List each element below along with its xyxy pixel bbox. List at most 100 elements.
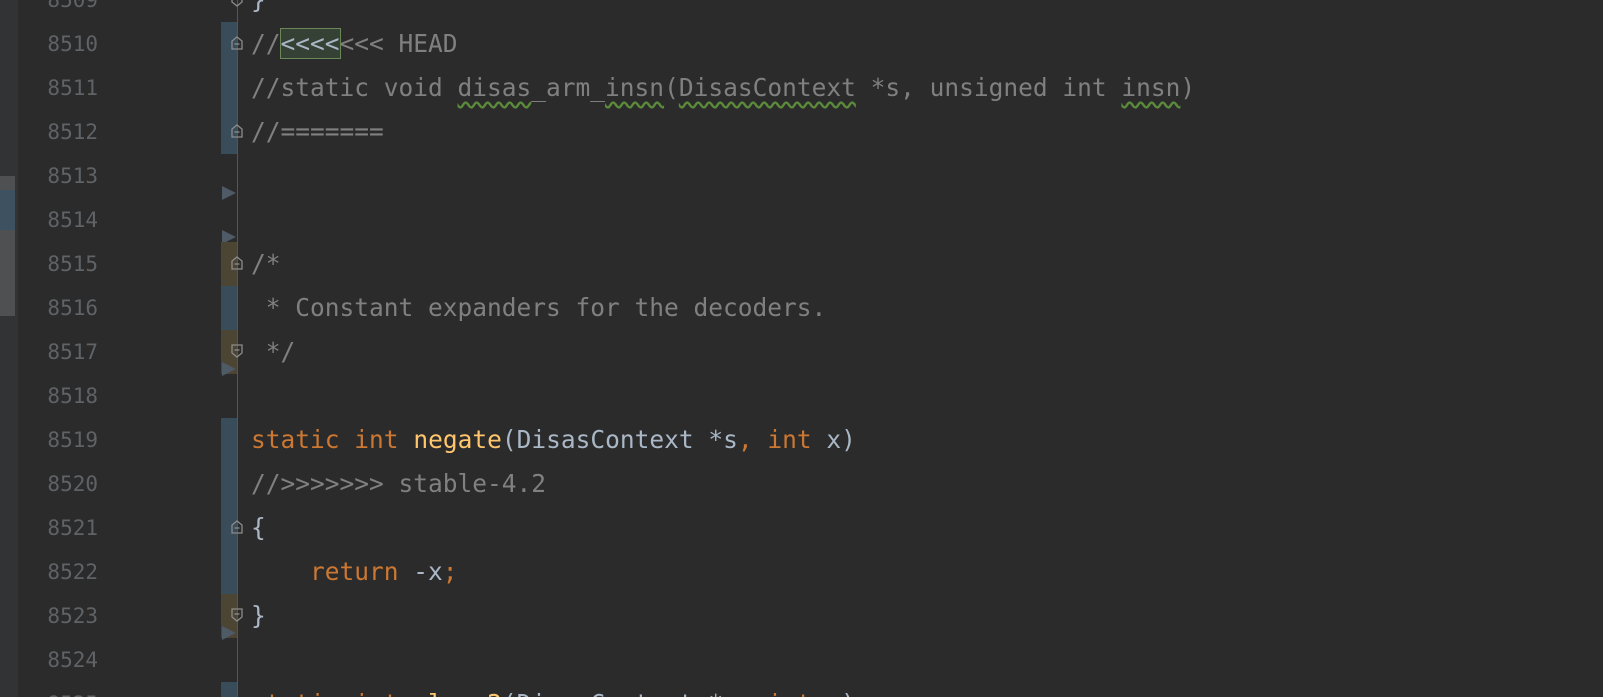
line-number: 8517 [47,340,98,364]
code-line: 8525 static int plus_2(DisasContext *s, … [0,682,1603,697]
code-text: //======= [251,110,384,154]
line-number: 8511 [47,76,98,100]
code-text: { [251,506,266,550]
comment-token: <<< HEAD [339,29,458,58]
comma-token: , [738,689,753,697]
line-number: 8519 [47,428,98,452]
change-marker [221,462,237,506]
line-number: 8520 [47,472,98,496]
fold-minus-icon[interactable] [230,343,244,359]
line-number: 8524 [47,648,98,672]
semicolon-token: ; [442,557,458,586]
brace-token: } [251,601,266,630]
comment-token: // [251,29,281,58]
line-number: 8518 [47,384,98,408]
code-token: -x [398,557,443,586]
line-number: 8512 [47,120,98,144]
fold-triangle-icon[interactable] [221,185,237,201]
code-text: static int negate(DisasContext *s, int x… [251,418,856,462]
code-line: 8510 //<<<<<<< HEAD [0,22,1603,66]
code-line: 8520 //>>>>>>> stable-4.2 [0,462,1603,506]
indent-token [251,557,310,586]
code-text: static int plus_2(DisasContext *s, int x… [251,682,856,697]
line-number: 8525 [18,682,98,697]
fold-minus-icon[interactable] [230,35,244,51]
code-line: 8516 * Constant expanders for the decode… [0,286,1603,330]
code-line: 8518 [0,362,1603,418]
code-text: //>>>>>>> stable-4.2 [251,462,546,506]
search-highlight: <<<< [279,28,341,59]
fold-minus-icon[interactable] [230,519,244,535]
code-token: } [251,0,266,14]
comment-token: ( [664,73,679,102]
comment-token: //static void [251,73,458,102]
code-line: 8517 */ [0,330,1603,374]
typo-token[interactable]: disas [458,73,532,102]
brace-token: { [251,513,266,542]
keyword-token: int [354,689,398,697]
comment-token: _arm_ [531,73,606,102]
change-marker [221,66,237,110]
code-line: 8523 } [0,594,1603,638]
code-line: 8515 /* [0,230,1603,286]
change-marker [221,550,237,594]
keyword-token: return [310,557,399,586]
code-text: //<<<<<<< HEAD [251,22,458,66]
keyword-token: static [251,689,340,697]
code-line: 8521 { [0,506,1603,550]
code-line: 8522 return -x; [0,550,1603,594]
typo-token[interactable]: DisasContext [679,73,856,102]
line-number: 8516 [47,296,98,320]
typo-token[interactable]: insn [1121,73,1180,102]
comment-token: */ [251,337,296,366]
comma-token: , [737,425,753,454]
comment-token: ) [1180,73,1196,102]
fold-triangle-icon[interactable] [221,361,237,377]
line-number: 8521 [47,516,98,540]
code-line: 8524 [0,626,1603,682]
comment-token: /* [251,249,281,278]
fold-triangle-icon[interactable] [221,625,237,641]
comment-token: //======= [251,117,384,146]
code-token: (DisasContext *s [502,689,738,697]
line-number: 8510 [47,32,98,56]
comment-token: //>>>>>>> stable-4.2 [251,469,547,498]
fold-minus-icon[interactable] [230,0,244,8]
code-line: 8514 [0,186,1603,242]
code-line: 8512 //======= [0,110,1603,154]
code-text: } [251,0,266,22]
code-token: x) [812,689,856,697]
change-marker [221,418,237,462]
line-number: 8514 [47,208,98,232]
function-name-token[interactable]: negate [413,425,502,454]
line-number: 8513 [47,164,98,188]
code-token: x) [811,425,856,454]
function-name-token[interactable]: plus_2 [413,689,502,697]
line-number: 8509 [47,0,98,12]
fold-minus-icon[interactable] [230,255,244,271]
code-text: return -x; [251,550,458,594]
keyword-token: int [767,425,812,454]
code-token: (DisasContext *s [501,425,738,454]
change-marker [221,286,237,330]
line-number: 8523 [47,604,98,628]
keyword-token: int [354,425,399,454]
typo-token[interactable]: insn [605,73,664,102]
change-marker [221,682,237,697]
code-editor[interactable]: 8509 } 8510 //<<<<<<< HEAD 8511 //static… [0,0,1603,697]
code-line: 8519 static int negate(DisasContext *s, … [0,418,1603,462]
comment-token: * Constant expanders for the decoders. [251,293,827,322]
comment-token: *s, unsigned int [855,73,1122,102]
code-text: /* [251,242,281,286]
code-text: } [251,594,266,638]
code-text: //static void disas_arm_insn(DisasContex… [251,66,1195,110]
fold-minus-icon[interactable] [230,607,244,623]
fold-minus-icon[interactable] [230,123,244,139]
keyword-token: static [251,425,340,454]
